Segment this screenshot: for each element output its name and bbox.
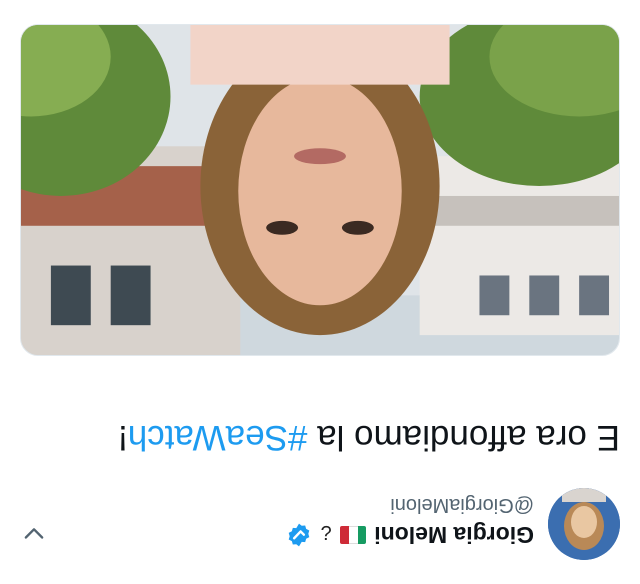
- tweet-text-prefix: E ora affondiamo la: [307, 418, 620, 457]
- selfie-photo: [21, 25, 619, 355]
- author-display-name[interactable]: Giorgia Meloni: [374, 522, 534, 549]
- tweet-card: Giorgia Meloni ¿ @GiorgiaMeloni E ora af…: [0, 0, 640, 584]
- tweet-header: Giorgia Meloni ¿ @GiorgiaMeloni: [0, 484, 640, 584]
- tweet-text-suffix: !: [118, 418, 128, 457]
- name-extra-glyph: ¿: [320, 524, 333, 547]
- chevron-down-icon[interactable]: [20, 520, 48, 548]
- tweet-media[interactable]: [20, 24, 620, 356]
- verified-badge-icon: [288, 523, 310, 547]
- italy-flag-icon: [340, 526, 367, 544]
- author-name-row: Giorgia Meloni ¿: [286, 521, 534, 549]
- avatar-image: [548, 488, 620, 560]
- author-avatar[interactable]: [548, 488, 620, 560]
- author-handle[interactable]: @GiorgiaMeloni: [390, 493, 534, 516]
- tweet-text: E ora affondiamo la #SeaWatch!: [20, 414, 620, 460]
- hashtag-link[interactable]: #SeaWatch: [128, 418, 308, 457]
